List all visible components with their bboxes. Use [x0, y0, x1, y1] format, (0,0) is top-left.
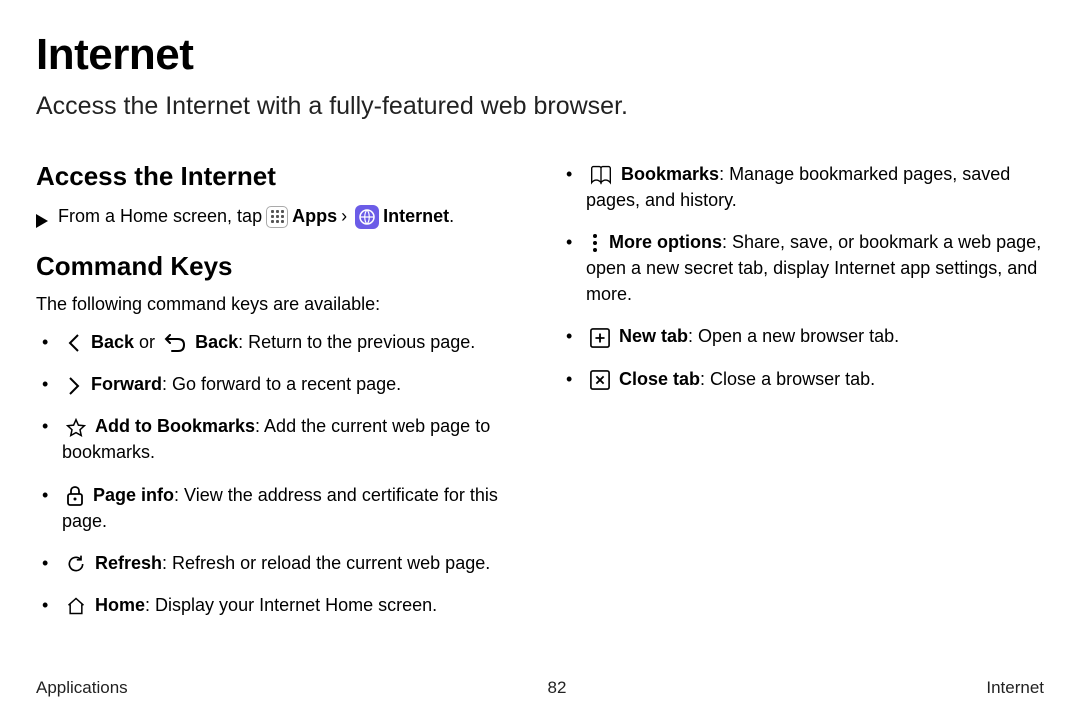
forward-label: Forward	[91, 374, 162, 394]
newtab-desc: : Open a new browser tab.	[688, 326, 899, 346]
more-options-icon	[590, 233, 600, 253]
home-icon	[66, 596, 86, 616]
new-tab-icon	[590, 328, 610, 348]
apps-icon	[266, 206, 288, 228]
section-command-heading: Command Keys	[36, 251, 520, 282]
item-forward: Forward: Go forward to a recent page.	[36, 371, 520, 397]
command-list-right: Bookmarks: Manage bookmarked pages, save…	[560, 161, 1044, 392]
page-footer: Applications 82 Internet	[36, 678, 1044, 698]
internet-globe-icon	[355, 205, 379, 229]
home-desc: : Display your Internet Home screen.	[145, 595, 437, 615]
footer-right: Internet	[986, 678, 1044, 698]
page-title: Internet	[36, 30, 1044, 80]
item-back: Back or Back: Return to the previous pag…	[36, 329, 520, 355]
back-desc: : Return to the previous page.	[238, 332, 475, 352]
item-home: Home: Display your Internet Home screen.	[36, 592, 520, 618]
closetab-desc: : Close a browser tab.	[700, 369, 875, 389]
star-icon	[66, 418, 86, 438]
step-text-prefix: From a Home screen, tap	[58, 204, 262, 229]
or-text: or	[134, 332, 160, 352]
manual-page: Internet Access the Internet with a full…	[0, 0, 1080, 720]
back-return-icon	[164, 334, 186, 352]
left-column: Access the Internet From a Home screen, …	[36, 157, 520, 634]
content-columns: Access the Internet From a Home screen, …	[36, 157, 1044, 634]
page-subtitle: Access the Internet with a fully-feature…	[36, 92, 1044, 121]
forward-desc: : Go forward to a recent page.	[162, 374, 401, 394]
more-label: More options	[609, 232, 722, 252]
step-internet-label: Internet	[383, 204, 449, 229]
refresh-desc: : Refresh or reload the current web page…	[162, 553, 490, 573]
item-add-bookmarks: Add to Bookmarks: Add the current web pa…	[36, 413, 520, 465]
step-period: .	[449, 204, 454, 229]
closetab-label: Close tab	[619, 369, 700, 389]
command-intro: The following command keys are available…	[36, 294, 520, 315]
pageinfo-label: Page info	[93, 485, 174, 505]
item-close-tab: Close tab: Close a browser tab.	[560, 366, 1044, 392]
back-label: Back	[91, 332, 134, 352]
right-column: Bookmarks: Manage bookmarked pages, save…	[560, 157, 1044, 634]
bookmarks-label: Bookmarks	[621, 164, 719, 184]
command-list-left: Back or Back: Return to the previous pag…	[36, 329, 520, 618]
step-marker-icon	[36, 208, 48, 233]
addbm-label: Add to Bookmarks	[95, 416, 255, 436]
item-refresh: Refresh: Refresh or reload the current w…	[36, 550, 520, 576]
section-access-heading: Access the Internet	[36, 161, 520, 192]
step-separator: ›	[341, 204, 347, 229]
item-bookmarks: Bookmarks: Manage bookmarked pages, save…	[560, 161, 1044, 213]
refresh-label: Refresh	[95, 553, 162, 573]
forward-chevron-icon	[66, 376, 82, 396]
footer-left: Applications	[36, 678, 128, 698]
lock-icon	[66, 485, 84, 507]
newtab-label: New tab	[619, 326, 688, 346]
back-chevron-icon	[66, 333, 82, 353]
item-more-options: More options: Share, save, or bookmark a…	[560, 229, 1044, 307]
item-new-tab: New tab: Open a new browser tab.	[560, 323, 1044, 349]
back2-label: Back	[195, 332, 238, 352]
bookmarks-icon	[590, 165, 612, 185]
footer-page-number: 82	[548, 678, 567, 698]
step-apps-label: Apps	[292, 204, 337, 229]
item-page-info: Page info: View the address and certific…	[36, 482, 520, 534]
refresh-icon	[66, 554, 86, 574]
home-label: Home	[95, 595, 145, 615]
close-tab-icon	[590, 370, 610, 390]
access-step: From a Home screen, tap Apps › Internet	[36, 204, 520, 233]
